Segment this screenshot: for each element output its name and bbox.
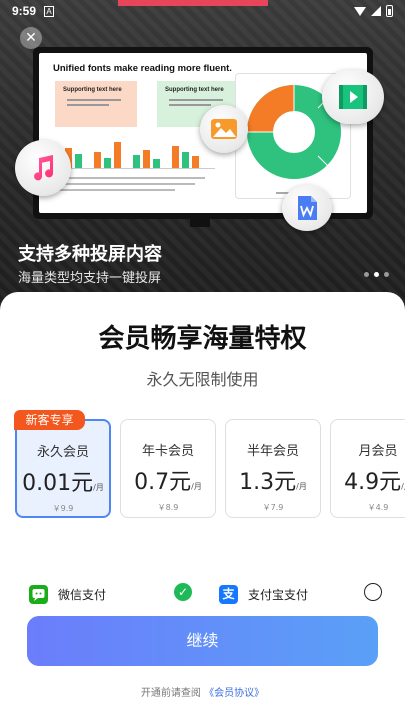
notification-icon: A	[44, 5, 55, 17]
slide-title: Unified fonts make reading more fluent.	[53, 63, 232, 74]
plan-price: 0.01元/月	[22, 471, 104, 496]
promo-banner: 9:59 A ✕ Unified fonts make reading more…	[0, 0, 405, 310]
plan-price: 1.3元/月	[239, 470, 307, 495]
membership-agreement-link[interactable]: 《会员协议》	[204, 688, 264, 699]
sheet-subtitle: 永久无限制使用	[146, 370, 259, 389]
battery-icon	[386, 5, 393, 17]
slide-bar-chart	[55, 135, 215, 169]
close-icon[interactable]: ✕	[20, 27, 42, 49]
plan-card-lifetime[interactable]: 永久会员 0.01元/月 ￥9.9	[15, 419, 111, 518]
status-icons	[354, 5, 393, 17]
sheet-title: 会员畅享海量特权	[98, 324, 307, 354]
plan-name: 月会员	[358, 444, 398, 459]
carousel-indicator[interactable]	[364, 272, 389, 277]
payment-option-alipay[interactable]: 支 支付宝支付	[219, 583, 308, 605]
wifi-icon	[354, 6, 366, 16]
image-icon	[200, 105, 248, 153]
plan-list[interactable]: 新客专享 永久会员 0.01元/月 ￥9.9 年卡会员 0.7元/月 ￥8.9 …	[0, 410, 405, 520]
alipay-label: 支付宝支付	[248, 587, 309, 602]
banner-subtitle: 海量类型均支持一键投屏	[18, 271, 162, 286]
carousel-dot[interactable]	[384, 272, 389, 277]
status-time: 9:59	[12, 4, 37, 18]
plan-original-price: ￥9.9	[52, 504, 74, 513]
card-heading: Supporting text here	[63, 87, 122, 93]
wechat-pay-label: 微信支付	[58, 587, 107, 602]
signal-icon	[371, 6, 381, 16]
plan-price: 4.9元/月	[344, 470, 405, 495]
video-icon	[322, 70, 384, 124]
carousel-dot[interactable]	[364, 272, 369, 277]
continue-button[interactable]: 继续	[27, 616, 378, 666]
card-heading: Supporting text here	[165, 87, 224, 93]
plan-original-price: ￥4.9	[367, 503, 389, 512]
plan-card-yearly[interactable]: 年卡会员 0.7元/月 ￥8.9	[120, 419, 216, 518]
wechat-pay-icon	[29, 584, 48, 604]
plan-original-price: ￥7.9	[262, 503, 284, 512]
plan-name: 年卡会员	[141, 444, 194, 459]
music-icon	[15, 140, 71, 196]
plan-name: 永久会员	[36, 445, 89, 460]
banner-title: 支持多种投屏内容	[18, 244, 162, 265]
new-customer-badge: 新客专享	[14, 410, 85, 430]
carousel-dot-active[interactable]	[374, 272, 379, 277]
plan-card-monthly[interactable]: 月会员 4.9元/月 ￥4.9	[330, 419, 405, 518]
agreement-text: 开通前请查阅 《会员协议》	[0, 684, 405, 699]
plan-name: 半年会员	[246, 444, 299, 459]
payment-option-wechat[interactable]: 微信支付	[29, 583, 106, 605]
alipay-radio[interactable]	[364, 583, 382, 601]
alipay-icon: 支	[219, 584, 238, 604]
document-icon	[282, 185, 332, 231]
plan-price: 0.7元/月	[134, 470, 202, 495]
agreement-prefix: 开通前请查阅	[140, 688, 201, 699]
slide-card-orange: Supporting text here	[55, 81, 137, 127]
membership-sheet: 会员畅享海量特权 永久无限制使用 新客专享 永久会员 0.01元/月 ￥9.9 …	[0, 292, 405, 720]
plan-original-price: ￥8.9	[157, 503, 179, 512]
wechat-radio-checked[interactable]: ✓	[174, 583, 192, 601]
tv-stand	[190, 219, 210, 227]
plan-card-half-year[interactable]: 半年会员 1.3元/月 ￥7.9	[225, 419, 321, 518]
status-bar: 9:59 A	[0, 0, 405, 22]
